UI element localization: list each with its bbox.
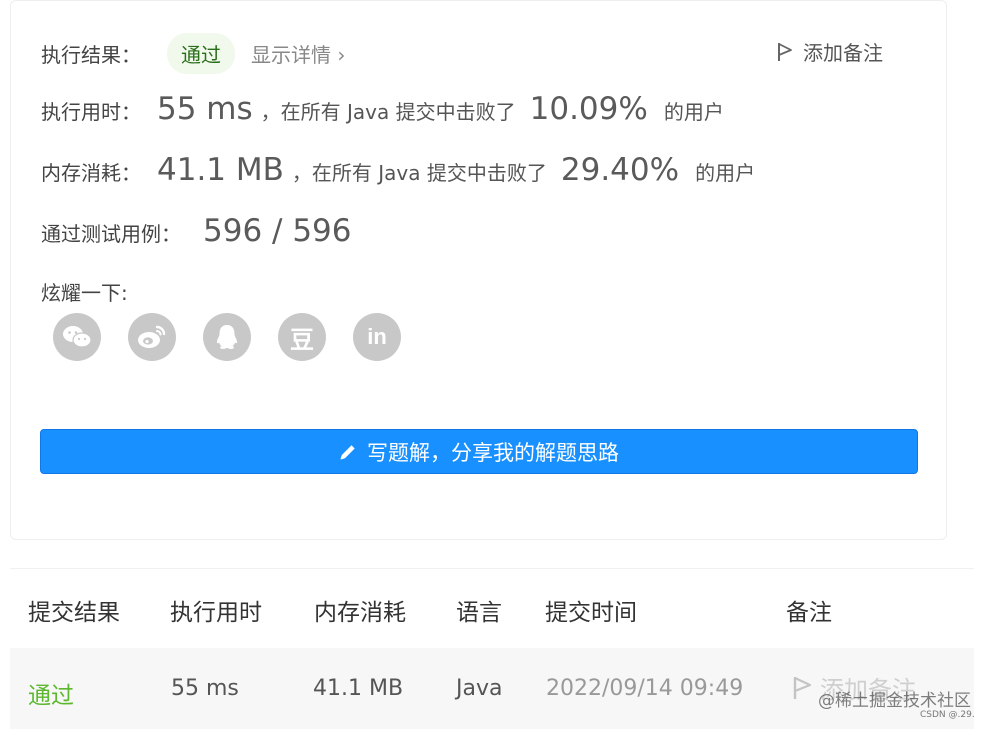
linkedin-icon: in	[367, 324, 387, 349]
col-language: 语言	[456, 600, 502, 626]
col-submit-time: 提交时间	[545, 600, 637, 626]
row-language: Java	[456, 676, 503, 701]
memory-label: 内存消耗：	[41, 161, 141, 185]
runtime-label: 执行用时：	[41, 100, 141, 124]
runtime-tail: 的用户	[663, 100, 724, 124]
qq-icon	[216, 325, 238, 349]
memory-beat-text: ，在所有 Java 提交中击败了	[291, 161, 547, 185]
runtime-row: 执行用时： 55 ms ，在所有 Java 提交中击败了 10.09% 的用户	[41, 91, 724, 127]
runtime-beat-text: ，在所有 Java 提交中击败了	[260, 100, 516, 124]
result-card: 执行结果： 通过 显示详情 › 添加备注 执行用时： 55 ms ，在所有 Ja…	[10, 0, 947, 540]
write-solution-label: 写题解，分享我的解题思路	[367, 440, 619, 465]
runtime-value: 55 ms	[157, 91, 253, 127]
memory-value: 41.1 MB	[157, 152, 284, 188]
share-row-label: 炫耀一下:	[41, 277, 128, 306]
add-note-button[interactable]: 添加备注	[777, 37, 883, 66]
share-qq-button[interactable]	[203, 313, 251, 361]
memory-percent: 29.40%	[560, 152, 680, 188]
share-label: 炫耀一下:	[41, 281, 128, 305]
row-runtime: 55 ms	[171, 676, 239, 701]
add-note-label: 添加备注	[803, 41, 883, 65]
watermark-csdn: CSDN @.29.	[920, 710, 975, 720]
share-wechat-button[interactable]	[53, 313, 101, 361]
wechat-icon	[63, 326, 92, 348]
col-memory: 内存消耗	[314, 600, 406, 626]
runtime-percent: 10.09%	[529, 91, 648, 127]
row-memory: 41.1 MB	[313, 676, 404, 701]
testcases-value: 596 / 596	[203, 213, 352, 249]
status-badge: 通过	[167, 33, 235, 74]
flag-icon	[793, 676, 812, 699]
col-runtime: 执行用时	[170, 600, 262, 626]
row-result[interactable]: 通过	[28, 676, 74, 710]
share-buttons: 豆 in	[53, 313, 428, 361]
testcases-row: 通过测试用例： 596 / 596	[41, 213, 352, 249]
memory-row: 内存消耗： 41.1 MB ，在所有 Java 提交中击败了 29.40% 的用…	[41, 152, 755, 188]
row-submit-time: 2022/09/14 09:49	[546, 676, 744, 701]
testcases-label: 通过测试用例：	[41, 222, 181, 246]
douban-icon: 豆	[290, 325, 314, 354]
weibo-icon	[138, 325, 166, 348]
share-weibo-button[interactable]	[128, 313, 176, 361]
table-header: 提交结果 执行用时 内存消耗 语言 提交时间 备注	[10, 568, 974, 648]
flag-icon	[778, 42, 792, 61]
col-result: 提交结果	[28, 600, 120, 626]
pencil-icon	[340, 444, 355, 459]
memory-tail: 的用户	[695, 161, 756, 185]
share-douban-button[interactable]: 豆	[278, 313, 326, 361]
watermark: @稀土掘金技术社区	[818, 691, 971, 711]
col-note: 备注	[786, 600, 832, 626]
result-label: 执行结果：	[41, 43, 141, 67]
show-details-link[interactable]: 显示详情 ›	[251, 39, 345, 68]
write-solution-button[interactable]: 写题解，分享我的解题思路	[40, 429, 918, 474]
result-row: 执行结果： 通过 显示详情 ›	[41, 33, 345, 74]
share-linkedin-button[interactable]: in	[353, 313, 401, 361]
